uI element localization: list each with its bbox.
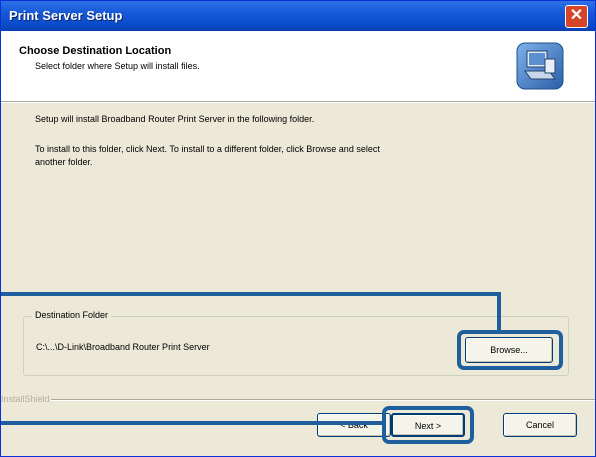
title-bar[interactable]: Print Server Setup ✕ xyxy=(1,1,595,31)
cancel-button[interactable]: Cancel xyxy=(503,413,577,437)
back-button[interactable]: < Back xyxy=(317,413,391,437)
page-title: Choose Destination Location xyxy=(19,45,172,57)
page-subtitle: Select folder where Setup will install f… xyxy=(35,61,200,71)
destination-path: C:\...\D-Link\Broadband Router Print Ser… xyxy=(36,342,210,352)
setup-dialog: Print Server Setup ✕ Choose Destination … xyxy=(0,0,596,457)
installshield-label: InstallShield xyxy=(1,394,50,404)
cancel-button-label: Cancel xyxy=(525,420,554,430)
footer-divider xyxy=(51,399,595,401)
setup-computer-icon xyxy=(516,42,564,90)
instruction-text-continued: another folder. xyxy=(35,157,93,167)
callout-line-browse-horizontal xyxy=(1,292,501,296)
window-title: Print Server Setup xyxy=(9,8,123,23)
close-button[interactable]: ✕ xyxy=(565,5,588,28)
intro-text: Setup will install Broadband Router Prin… xyxy=(35,114,315,124)
destination-folder-legend: Destination Folder xyxy=(32,310,112,320)
callout-line-browse-vertical xyxy=(497,292,501,332)
header-divider xyxy=(1,101,595,103)
close-icon: ✕ xyxy=(569,7,584,24)
header-panel: Choose Destination Location Select folde… xyxy=(1,31,595,101)
callout-box-browse xyxy=(457,330,563,370)
callout-line-next xyxy=(1,421,385,425)
callout-box-next xyxy=(382,406,474,444)
instruction-text: To install to this folder, click Next. T… xyxy=(35,144,380,154)
